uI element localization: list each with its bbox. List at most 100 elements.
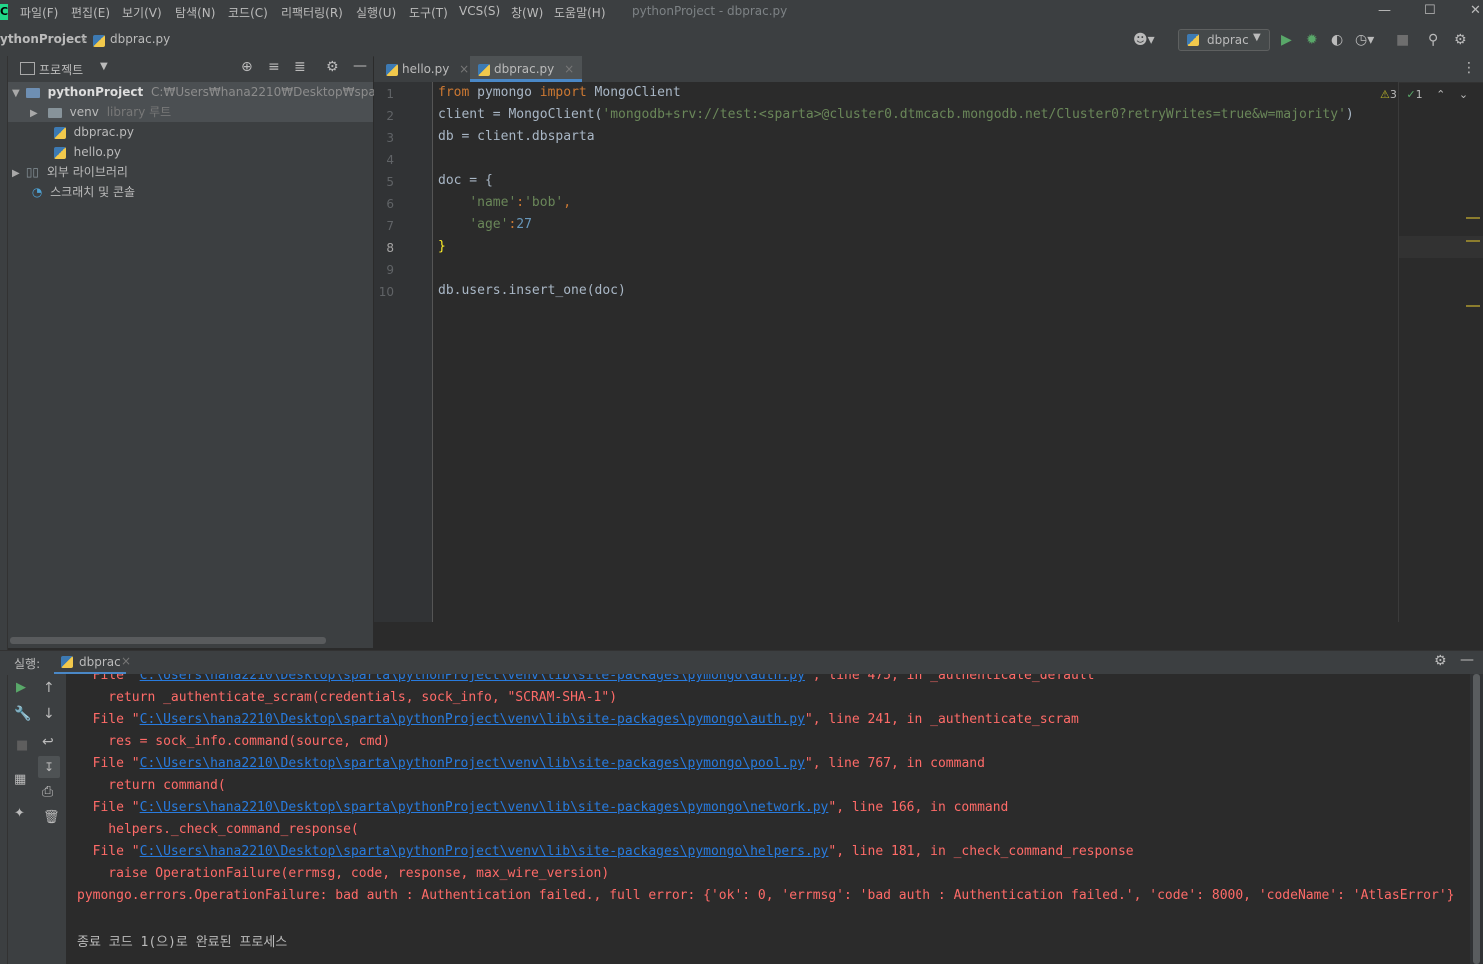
code-line-3: db = client.dbsparta [438, 129, 595, 144]
code-editor[interactable]: from pymongo import MongoClient client =… [433, 82, 1398, 622]
tab-label: dbprac.py [494, 62, 555, 76]
menu-vcs[interactable]: VCS(S) [459, 4, 500, 18]
pin-icon[interactable]: ✦ [14, 806, 25, 821]
menu-tools[interactable]: 도구(T) [409, 4, 448, 21]
trash-icon[interactable]: 🗑 [43, 810, 60, 825]
menu-view[interactable]: 보기(V) [122, 4, 162, 21]
expand-all-icon[interactable]: ≡ [268, 59, 280, 75]
close-tab-icon[interactable]: × [459, 62, 469, 76]
menu-code[interactable]: 코드(C) [228, 4, 268, 21]
console-line: res = sock_info.command(source, cmd) [77, 734, 391, 749]
line-number: 6 [386, 197, 394, 211]
scratch-icon: ◔ [31, 185, 43, 199]
line-number: 3 [386, 131, 394, 145]
inspection-widget[interactable]: ⚠3 ✓1 ⌃ ⌄ [1380, 88, 1468, 101]
hide-panel-icon[interactable]: — [1460, 652, 1474, 668]
arrow-up-icon[interactable]: ↑ [43, 680, 55, 696]
tab-hello[interactable]: hello.py × [378, 56, 477, 82]
run-toolbar: ▶ ↑ 🔧 ↓ ■ ↩ ↧ ▦ ⎙ ✦ 🗑 [8, 674, 66, 964]
soft-wrap-icon[interactable]: ↩ [42, 734, 54, 750]
editor-tabs: hello.py × dbprac.py × ⋮ [374, 56, 1483, 83]
chevron-up-icon[interactable]: ⌃ [1436, 88, 1445, 101]
stop-icon[interactable]: ■ [16, 738, 28, 753]
coverage-icon[interactable]: ◐ [1331, 32, 1343, 48]
minimize-icon[interactable]: — [1378, 3, 1391, 18]
close-tab-icon[interactable]: × [121, 654, 131, 668]
collapse-all-icon[interactable]: ≣ [294, 59, 306, 75]
print-icon[interactable]: ⎙ [42, 784, 53, 800]
code-line-6: 'name':'bob', [469, 195, 572, 210]
debug-icon[interactable]: ✹ [1306, 32, 1318, 48]
console-scrollbar-thumb[interactable] [1473, 674, 1480, 964]
breadcrumb-project[interactable]: ythonProject [0, 32, 87, 46]
rerun-icon[interactable]: ▶ [16, 680, 26, 695]
line-number: 2 [386, 109, 394, 123]
run-icon[interactable]: ▶ [1281, 32, 1292, 48]
python-config-icon [1187, 34, 1199, 46]
chevron-down-icon[interactable]: ⌄ [1459, 88, 1468, 101]
file-link[interactable]: C:\Users\hana2210\Desktop\sparta\pythonP… [140, 756, 805, 771]
more-options-icon[interactable]: ⋮ [1462, 60, 1476, 76]
error-stripe-marker[interactable] [1466, 240, 1480, 242]
profile-icon[interactable]: ◷▾ [1355, 32, 1374, 48]
menu-file[interactable]: 파일(F) [20, 4, 58, 21]
file-label: hello.py [73, 145, 121, 159]
close-icon[interactable]: ✕ [1470, 3, 1481, 18]
tab-label: hello.py [402, 62, 450, 76]
wrench-icon[interactable]: 🔧 [14, 706, 31, 722]
tab-dbprac[interactable]: dbprac.py × [470, 56, 583, 82]
menu-help[interactable]: 도움말(H) [554, 4, 606, 21]
tree-item-external-libraries[interactable]: ▶ ▯▯ 외부 라이브러리 [8, 162, 373, 182]
scroll-to-end-icon[interactable]: ↧ [38, 756, 60, 778]
project-panel-header: 프로젝트 ▼ ⊕ ≡ ≣ ⚙ — [8, 56, 373, 83]
menu-edit[interactable]: 편집(E) [71, 4, 110, 21]
error-stripe-marker[interactable] [1466, 217, 1480, 219]
maximize-icon[interactable]: ☐ [1424, 3, 1436, 18]
project-panel-title[interactable]: 프로젝트 [39, 61, 83, 78]
run-panel-header: 실행: dbprac × ⚙ — [0, 650, 1483, 675]
locate-icon[interactable]: ⊕ [241, 59, 253, 75]
layout-icon[interactable]: ▦ [14, 772, 26, 787]
navigation-bar: ythonProject › dbprac.py ☻▾ dbprac ▼ ▶ ✹… [0, 24, 1483, 57]
tree-item-root[interactable]: ▼ pythonProject C:₩Users₩hana2210₩Deskto… [8, 82, 432, 102]
file-link[interactable]: C:\Users\hana2210\Desktop\sparta\pythonP… [140, 712, 805, 727]
gear-icon[interactable]: ⚙ [326, 59, 339, 75]
window-title: pythonProject - dbprac.py [632, 4, 788, 18]
search-icon[interactable]: ⚲ [1428, 32, 1438, 48]
error-stripe-marker[interactable] [1466, 305, 1480, 307]
hide-panel-icon[interactable]: — [353, 58, 367, 74]
breadcrumb-file[interactable]: dbprac.py [110, 32, 170, 46]
file-link[interactable]: C:\Users\hana2210\Desktop\sparta\pythonP… [140, 844, 829, 859]
menu-run[interactable]: 실행(U) [356, 4, 396, 21]
file-link[interactable]: C:\Users\hana2210\Desktop\sparta\pythonP… [140, 674, 805, 683]
run-tab[interactable]: dbprac × [54, 651, 131, 675]
menu-refactor[interactable]: 리팩터링(R) [281, 4, 343, 21]
stop-icon[interactable]: ■ [1396, 32, 1409, 48]
tree-item-venv[interactable]: ▶ venv library 루트 [8, 102, 373, 122]
code-line-5: doc = { [438, 173, 493, 188]
menu-bar: C 파일(F) 편집(E) 보기(V) 탐색(N) 코드(C) 리팩터링(R) … [0, 0, 1483, 24]
gear-icon[interactable]: ⚙ [1434, 653, 1447, 669]
run-config-select[interactable]: dbprac ▼ [1178, 29, 1270, 51]
settings-gear-icon[interactable]: ⚙ [1454, 32, 1467, 48]
menu-window[interactable]: 창(W) [511, 4, 543, 21]
warning-count: 3 [1389, 88, 1397, 101]
chevron-down-icon[interactable]: ▼ [100, 61, 108, 72]
line-number: 9 [386, 263, 394, 277]
tree-item-dbprac[interactable]: dbprac.py [8, 122, 373, 142]
close-tab-icon[interactable]: × [564, 62, 574, 76]
console-line: return command( [77, 778, 226, 793]
project-horizontal-scrollbar[interactable] [10, 637, 326, 644]
tree-item-scratches[interactable]: ◔ 스크래치 및 콘솔 [8, 182, 373, 202]
code-line-8: } [438, 239, 446, 254]
arrow-down-icon[interactable]: ↓ [43, 706, 55, 722]
python-file-icon [478, 63, 490, 76]
console-output[interactable]: File "C:\Users\hana2210\Desktop\sparta\p… [66, 674, 1470, 964]
tree-item-hello[interactable]: hello.py [8, 142, 373, 162]
venv-hint: library 루트 [106, 105, 172, 119]
python-file-icon [61, 656, 73, 668]
file-link[interactable]: C:\Users\hana2210\Desktop\sparta\pythonP… [140, 800, 829, 815]
menu-navigate[interactable]: 탐색(N) [175, 4, 215, 21]
console-line: File "C:\Users\hana2210\Desktop\sparta\p… [77, 756, 985, 771]
user-icon[interactable]: ☻▾ [1133, 32, 1155, 48]
